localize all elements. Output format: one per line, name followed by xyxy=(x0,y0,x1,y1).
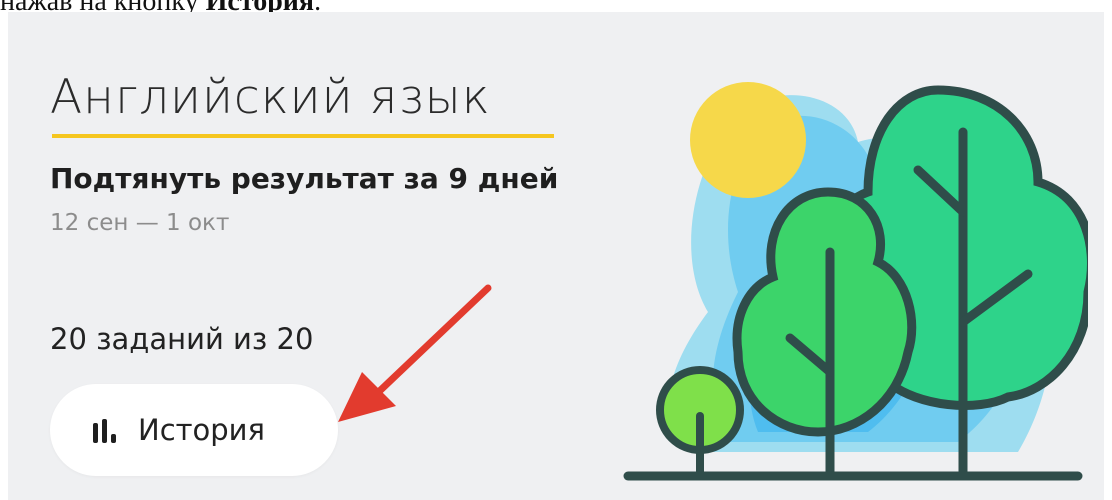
tasks-progress: 20 заданий из 20 xyxy=(50,322,314,356)
red-arrow-icon xyxy=(338,284,492,422)
trees-illustration xyxy=(623,82,1088,481)
history-button[interactable]: История xyxy=(50,384,338,476)
subject-card: Английский язык Подтянуть результат за 9… xyxy=(8,12,1104,500)
history-button-label: История xyxy=(138,412,265,447)
goal-text: Подтянуть результат за 9 дней xyxy=(50,162,559,195)
bar-chart-icon xyxy=(90,415,120,445)
subject-title: Английский язык xyxy=(50,70,491,125)
title-underline xyxy=(52,134,554,138)
date-range: 12 сен — 1 окт xyxy=(50,210,230,236)
